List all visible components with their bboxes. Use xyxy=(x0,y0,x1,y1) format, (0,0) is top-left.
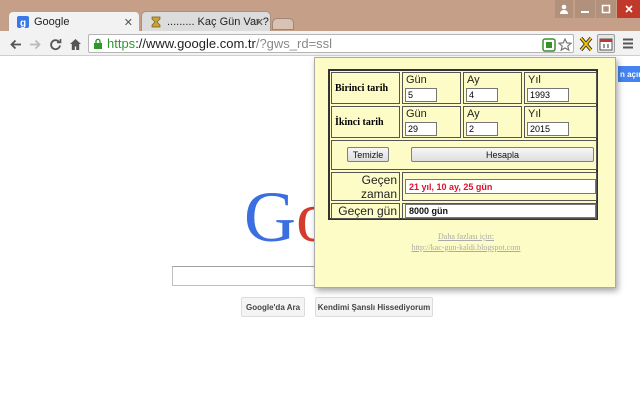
elapsed-days-output: 8000 gün xyxy=(405,204,596,218)
feeling-lucky-button[interactable]: Kendimi Şanslı Hissediyorum xyxy=(315,297,433,317)
year-header: Yıl xyxy=(528,108,541,120)
second-day-input[interactable]: 29 xyxy=(405,122,437,136)
more-info-link[interactable]: http://kac-gun-kaldi.blogspot.com xyxy=(315,243,617,252)
url-scheme: https xyxy=(107,36,136,51)
window-close-icon[interactable] xyxy=(617,0,640,18)
google-favicon-icon: g xyxy=(17,16,29,28)
second-month-input[interactable]: 2 xyxy=(466,122,498,136)
elapsed-time-label-line1: Geçen xyxy=(361,172,397,187)
google-search-button[interactable]: Google'da Ara xyxy=(241,297,305,317)
reload-icon[interactable] xyxy=(46,35,64,53)
secure-lock-icon xyxy=(94,38,102,49)
tab-google[interactable]: g Google ✕ xyxy=(8,11,140,32)
address-bar[interactable]: https://www.google.com.tr/?gws_rd=ssl xyxy=(88,34,574,53)
more-info-text[interactable]: Daha fazlası için: xyxy=(315,232,617,241)
month-header: Ay xyxy=(467,108,480,120)
second-day-cell: Gün 29 xyxy=(402,106,461,138)
second-year-cell: Yıl 2015 xyxy=(524,106,597,138)
back-arrow-icon[interactable] xyxy=(6,35,24,53)
tab-label: ......... Kaç Gün Var ? xyxy=(167,16,269,28)
tab-kac-gun-var[interactable]: ......... Kaç Gün Var ? ✕ xyxy=(141,11,271,32)
first-day-input[interactable]: 5 xyxy=(405,88,437,102)
elapsed-time-label-line2: zaman xyxy=(360,186,397,201)
day-header: Gün xyxy=(406,108,427,120)
sign-in-button[interactable]: n açın xyxy=(618,66,640,82)
buttons-row: Temizle Hesapla xyxy=(331,140,597,170)
second-date-label: İkinci tarih xyxy=(331,106,400,138)
window-titlebar: g Google ✕ ......... Kaç Gün Var ? ✕ xyxy=(0,0,640,32)
date-calculator-popup: Birinci tarih Gün 5 Ay 4 Yıl 1993 İkinci… xyxy=(314,57,616,288)
extension-green-icon[interactable] xyxy=(541,36,557,53)
second-month-cell: Ay 2 xyxy=(463,106,522,138)
elapsed-time-cell: 21 yıl, 10 ay, 25 gün xyxy=(402,172,597,201)
extension-crossing-icon[interactable] xyxy=(578,35,594,52)
second-year-input[interactable]: 2015 xyxy=(527,122,569,136)
elapsed-days-label-cell: Geçen gün xyxy=(331,203,400,219)
first-year-cell: Yıl 1993 xyxy=(524,72,597,104)
day-header: Gün xyxy=(406,74,427,86)
home-icon[interactable] xyxy=(66,35,84,53)
month-header: Ay xyxy=(467,74,480,86)
new-tab-button[interactable] xyxy=(272,18,294,30)
url-host: ://www.google.com.tr xyxy=(135,36,256,51)
first-month-input[interactable]: 4 xyxy=(466,88,498,102)
minimize-icon[interactable] xyxy=(575,0,595,18)
user-profile-icon[interactable] xyxy=(555,0,573,18)
maximize-icon[interactable] xyxy=(596,0,616,18)
calendar-extension-icon[interactable] xyxy=(597,34,615,53)
year-header: Yıl xyxy=(528,74,541,86)
elapsed-time-output: 21 yıl, 10 ay, 25 gün xyxy=(405,179,596,194)
first-day-cell: Gün 5 xyxy=(402,72,461,104)
url-path: /?gws_rd=ssl xyxy=(255,36,333,51)
bookmark-star-icon[interactable] xyxy=(557,36,573,53)
svg-text:g: g xyxy=(20,18,26,28)
date-calculator-table: Birinci tarih Gün 5 Ay 4 Yıl 1993 İkinci… xyxy=(328,69,598,220)
hourglass-icon xyxy=(151,16,161,28)
first-date-label: Birinci tarih xyxy=(331,72,400,104)
browser-toolbar: https://www.google.com.tr/?gws_rd=ssl xyxy=(0,31,640,56)
tab-close-icon[interactable]: ✕ xyxy=(255,16,264,29)
calculate-button[interactable]: Hesapla xyxy=(411,147,594,162)
clear-button[interactable]: Temizle xyxy=(347,147,389,162)
forward-arrow-icon[interactable] xyxy=(26,35,44,53)
elapsed-time-label: Geçen zaman xyxy=(331,172,400,201)
tab-label: Google xyxy=(34,16,70,28)
elapsed-days-cell: 8000 gün xyxy=(402,203,597,219)
tab-close-icon[interactable]: ✕ xyxy=(124,16,133,29)
first-month-cell: Ay 4 xyxy=(463,72,522,104)
menu-icon[interactable] xyxy=(620,35,636,52)
first-year-input[interactable]: 1993 xyxy=(527,88,569,102)
elapsed-days-label: Geçen gün xyxy=(338,204,397,218)
